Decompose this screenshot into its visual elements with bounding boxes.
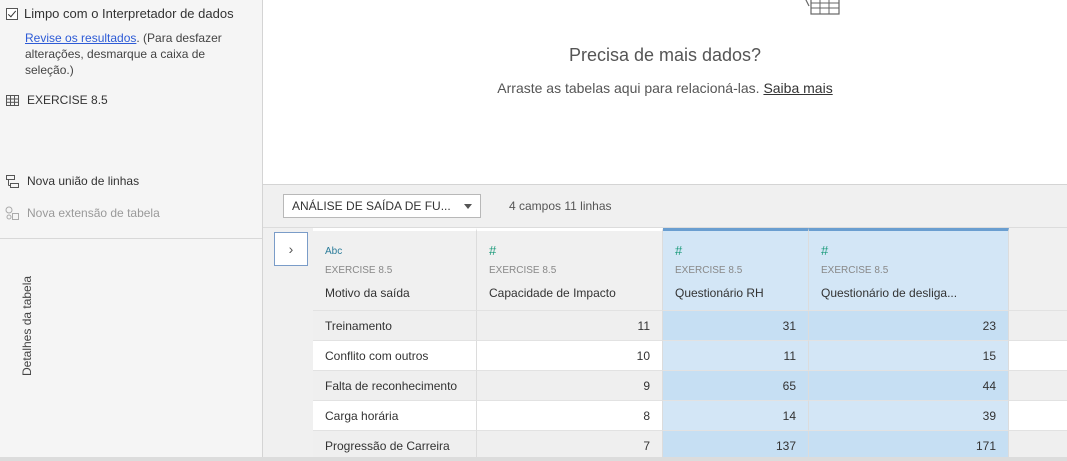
column-header[interactable]: # EXERCISE 8.5 Questionário de desliga..… bbox=[809, 228, 1009, 310]
interpreter-checkbox-row[interactable]: Limpo com o Interpretador de dados bbox=[6, 6, 234, 21]
table-cell: 44 bbox=[809, 370, 1009, 400]
column-header[interactable]: # EXERCISE 8.5 Capacidade de Impacto bbox=[477, 228, 663, 310]
new-extension-button[interactable]: Nova extensão de tabela bbox=[5, 206, 160, 220]
data-grid: Abc EXERCISE 8.5 Motivo da saída Treinam… bbox=[313, 228, 1067, 461]
grid-toolbar: ANÁLISE DE SAÍDA DE FU... 4 campos 11 li… bbox=[263, 185, 1067, 228]
learn-more-link[interactable]: Saiba mais bbox=[763, 80, 832, 96]
table-cell: Conflito com outros bbox=[313, 340, 477, 370]
drag-tables-hint: Arraste as tabelas aqui para relacioná-l… bbox=[263, 80, 1067, 96]
table-select-value: ANÁLISE DE SAÍDA DE FU... bbox=[292, 199, 451, 213]
table-cell: 9 bbox=[477, 370, 663, 400]
table-select-dropdown[interactable]: ANÁLISE DE SAÍDA DE FU... bbox=[283, 194, 481, 218]
column-source: EXERCISE 8.5 bbox=[675, 265, 743, 276]
string-type-icon[interactable]: Abc bbox=[325, 246, 342, 257]
table-details-label[interactable]: Detalhes da tabela bbox=[20, 276, 34, 376]
table-cell: 14 bbox=[663, 400, 809, 430]
column-source: EXERCISE 8.5 bbox=[325, 265, 393, 276]
table-details-sidebar: › bbox=[263, 228, 313, 461]
column-questionario-rh[interactable]: # EXERCISE 8.5 Questionário RH 31 11 65 … bbox=[663, 228, 809, 461]
table-cell: Carga horária bbox=[313, 400, 477, 430]
new-union-label: Nova união de linhas bbox=[27, 174, 140, 188]
grid-filler bbox=[1009, 310, 1067, 460]
left-divider bbox=[0, 238, 262, 239]
expand-details-button[interactable]: › bbox=[274, 232, 308, 266]
table-cell: Progressão de Carreira bbox=[313, 430, 477, 460]
filler-cell bbox=[1009, 370, 1067, 400]
extension-icon bbox=[5, 206, 19, 220]
column-header[interactable]: # EXERCISE 8.5 Questionário RH bbox=[663, 228, 809, 310]
table-cell: 8 bbox=[477, 400, 663, 430]
bottom-scrollbar[interactable] bbox=[0, 457, 1067, 461]
table-cell: 10 bbox=[477, 340, 663, 370]
filler-cell bbox=[1009, 430, 1067, 460]
chevron-right-icon: › bbox=[288, 241, 294, 257]
column-motivo-saida[interactable]: Abc EXERCISE 8.5 Motivo da saída Treinam… bbox=[313, 228, 477, 461]
table-drop-icon bbox=[803, 0, 843, 25]
filler-cell bbox=[1009, 400, 1067, 430]
table-cell: 11 bbox=[663, 340, 809, 370]
column-name: Questionário RH bbox=[675, 286, 764, 300]
column-name: Motivo da saída bbox=[325, 286, 410, 300]
number-type-icon[interactable]: # bbox=[821, 243, 828, 258]
number-type-icon[interactable]: # bbox=[675, 243, 682, 258]
column-name: Capacidade de Impacto bbox=[489, 286, 616, 300]
union-icon bbox=[5, 174, 19, 188]
drag-tables-text: Arraste as tabelas aqui para relacioná-l… bbox=[497, 80, 760, 96]
table-cell: 171 bbox=[809, 430, 1009, 460]
filler-cell bbox=[1009, 310, 1067, 340]
column-name: Questionário de desliga... bbox=[821, 286, 958, 300]
table-cell: 31 bbox=[663, 310, 809, 340]
column-questionario-desligamento[interactable]: # EXERCISE 8.5 Questionário de desliga..… bbox=[809, 228, 1009, 461]
column-source: EXERCISE 8.5 bbox=[821, 265, 889, 276]
interpreter-note: Revise os resultados. (Para desfazer alt… bbox=[25, 30, 245, 78]
table-cell: 65 bbox=[663, 370, 809, 400]
need-more-data-title: Precisa de mais dados? bbox=[568, 45, 762, 65]
chevron-down-icon bbox=[464, 204, 472, 209]
filler-cell bbox=[1009, 340, 1067, 370]
new-union-button[interactable]: Nova união de linhas bbox=[5, 174, 139, 188]
column-capacidade-impacto[interactable]: # EXERCISE 8.5 Capacidade de Impacto 11 … bbox=[477, 228, 663, 461]
number-type-icon[interactable]: # bbox=[489, 243, 496, 258]
table-cell: 23 bbox=[809, 310, 1009, 340]
interpreter-label: Limpo com o Interpretador de dados bbox=[24, 6, 234, 21]
table-item-label: EXERCISE 8.5 bbox=[27, 93, 108, 107]
table-cell: 39 bbox=[809, 400, 1009, 430]
new-extension-label: Nova extensão de tabela bbox=[27, 206, 160, 220]
table-cell: 11 bbox=[477, 310, 663, 340]
left-panel: Limpo com o Interpretador de dados Revis… bbox=[0, 0, 263, 461]
table-cell: Treinamento bbox=[313, 310, 477, 340]
table-item-exercise[interactable]: EXERCISE 8.5 bbox=[5, 93, 108, 107]
table-cell: 15 bbox=[809, 340, 1009, 370]
review-results-link[interactable]: Revise os resultados bbox=[25, 31, 136, 45]
table-grid-icon bbox=[5, 93, 19, 107]
table-cell: 137 bbox=[663, 430, 809, 460]
relationship-canvas[interactable]: Precisa de mais dados? Arraste as tabela… bbox=[263, 0, 1067, 185]
field-row-count: 4 campos 11 linhas bbox=[509, 199, 612, 213]
column-header[interactable]: Abc EXERCISE 8.5 Motivo da saída bbox=[313, 228, 477, 310]
table-cell: 7 bbox=[477, 430, 663, 460]
table-cell: Falta de reconhecimento bbox=[313, 370, 477, 400]
interpreter-checkbox[interactable] bbox=[6, 7, 18, 20]
column-source: EXERCISE 8.5 bbox=[489, 265, 557, 276]
